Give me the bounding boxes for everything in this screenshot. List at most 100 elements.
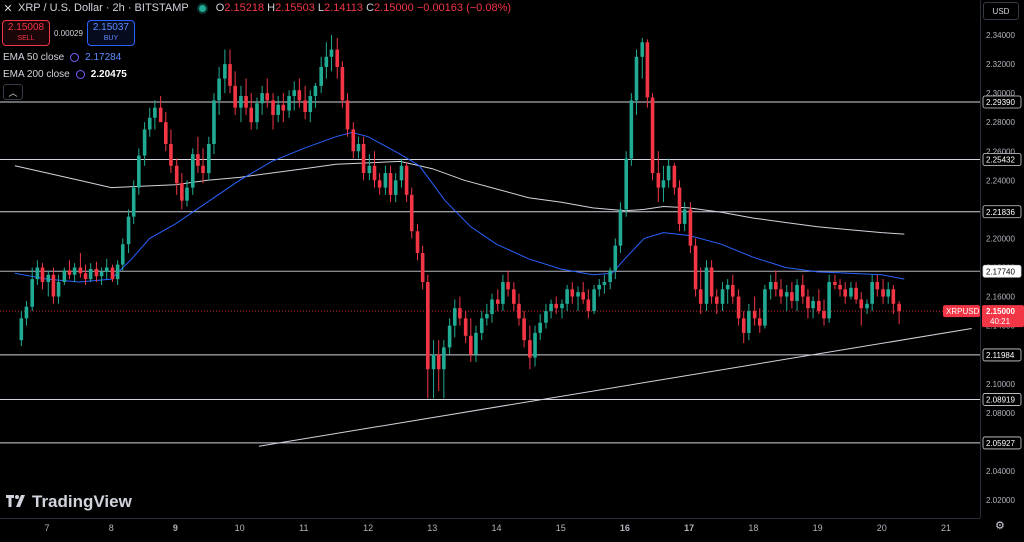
candle-body	[479, 318, 484, 333]
candle-body	[533, 332, 537, 358]
candle-body	[212, 100, 216, 144]
time-tick-label: 11	[299, 523, 308, 533]
candle	[442, 340, 446, 399]
candle-body	[120, 244, 125, 265]
candle	[576, 286, 580, 312]
buy-button[interactable]: 2.15037 BUY	[86, 20, 135, 46]
indicator-ema200[interactable]: EMA 200 close 2.20475	[3, 69, 127, 80]
candle	[698, 267, 703, 314]
candle-body	[78, 267, 83, 274]
candle-body	[463, 318, 468, 336]
candle	[843, 282, 847, 304]
level-label: 2.17740	[982, 264, 1022, 278]
candle	[78, 252, 83, 278]
candle	[586, 289, 591, 319]
price-chart[interactable]: XRPUSD	[0, 0, 980, 518]
candle-body	[329, 49, 334, 57]
candle	[565, 284, 569, 312]
candle	[485, 303, 489, 326]
candle	[313, 82, 318, 108]
candle	[409, 187, 414, 239]
time-tick-label: 9	[173, 523, 178, 533]
level-label-text: 2.11984	[986, 351, 1015, 360]
candle	[431, 340, 436, 399]
candle-body	[217, 78, 221, 101]
candle-body	[287, 96, 291, 111]
candle-body	[244, 96, 248, 108]
level-label: 2.08919	[982, 393, 1022, 406]
candle-body	[24, 306, 29, 319]
candle	[779, 279, 783, 304]
candle	[741, 311, 746, 344]
candle	[271, 93, 275, 130]
candle-body	[672, 165, 677, 188]
close-icon[interactable]: ✕	[2, 2, 14, 15]
level-label-text: 2.05927	[986, 439, 1015, 448]
sell-button[interactable]: 2.15008 SELL	[2, 20, 50, 46]
candle-body	[859, 299, 864, 309]
symbol-title[interactable]: XRP / U.S. Dollar · 2h · BITSTAMP	[18, 2, 189, 14]
price-tick-label: 2.08000	[986, 409, 1015, 418]
price-axis[interactable]: 2.34000 2.32000 2.30000 2.28000 2.26000 2.240…	[980, 0, 1024, 518]
candle	[784, 284, 789, 312]
candle-body	[763, 289, 767, 326]
candle-body	[126, 216, 131, 245]
candle	[153, 100, 157, 130]
candle-body	[822, 311, 826, 319]
candle	[223, 49, 227, 94]
candle	[747, 303, 751, 341]
candle	[688, 202, 693, 253]
candle-body	[881, 289, 885, 297]
candle	[640, 37, 645, 79]
candle	[361, 136, 366, 181]
candle-body	[239, 96, 243, 108]
candle-body	[201, 165, 205, 174]
gear-icon[interactable]: ⚙	[995, 519, 1005, 532]
chart-area[interactable]: XRPUSD	[0, 0, 980, 518]
candle-body	[51, 274, 56, 297]
candle-body	[207, 143, 211, 174]
level-label-text: 2.29390	[986, 98, 1015, 107]
candle	[94, 261, 99, 283]
candle-body	[854, 287, 858, 300]
candle-body	[383, 173, 388, 188]
indicator-ema50[interactable]: EMA 50 close 2.17284	[3, 52, 121, 63]
time-axis[interactable]: 7 8 9 10 11 12 13 14 15 16 17 18 19 20 21	[0, 518, 980, 537]
candle	[736, 289, 741, 326]
level-label: 2.21836	[982, 205, 1022, 219]
candle-body	[62, 270, 67, 283]
collapse-indicators-button[interactable]: ︿	[3, 84, 23, 100]
low-value: 2.14113	[324, 2, 363, 14]
price-axis-scale: 2.340002.320002.300002.280002.260002.240…	[982, 31, 1024, 505]
candle-body	[185, 187, 189, 201]
candle	[415, 223, 420, 261]
currency-selector[interactable]: USD	[983, 2, 1019, 20]
symbol-header: ✕ XRP / U.S. Dollar · 2h · BITSTAMP O2.1…	[2, 2, 511, 15]
candle-body	[367, 165, 372, 174]
open-value: 2.15218	[224, 2, 265, 14]
candle	[228, 49, 232, 94]
candle	[517, 293, 521, 326]
candle	[650, 93, 655, 181]
candle-body	[731, 284, 735, 297]
candle	[897, 300, 901, 325]
symbol-price-tag: XRPUSD	[943, 305, 980, 318]
level-label: 2.29390	[982, 95, 1022, 109]
candle	[239, 85, 243, 123]
candle	[51, 267, 56, 304]
candle-body	[388, 173, 393, 195]
candle-body	[576, 292, 580, 297]
candle-body	[271, 100, 275, 115]
candle	[881, 279, 885, 304]
candle-body	[693, 245, 698, 290]
candle-body	[431, 354, 436, 370]
candle	[276, 96, 280, 123]
candle-body	[83, 273, 88, 280]
candle	[308, 90, 313, 123]
candle	[501, 274, 505, 312]
candle-body	[469, 335, 473, 355]
candle	[608, 267, 612, 290]
candle-body	[420, 252, 425, 283]
time-tick-label: 8	[109, 523, 114, 533]
candle-body	[725, 284, 730, 290]
